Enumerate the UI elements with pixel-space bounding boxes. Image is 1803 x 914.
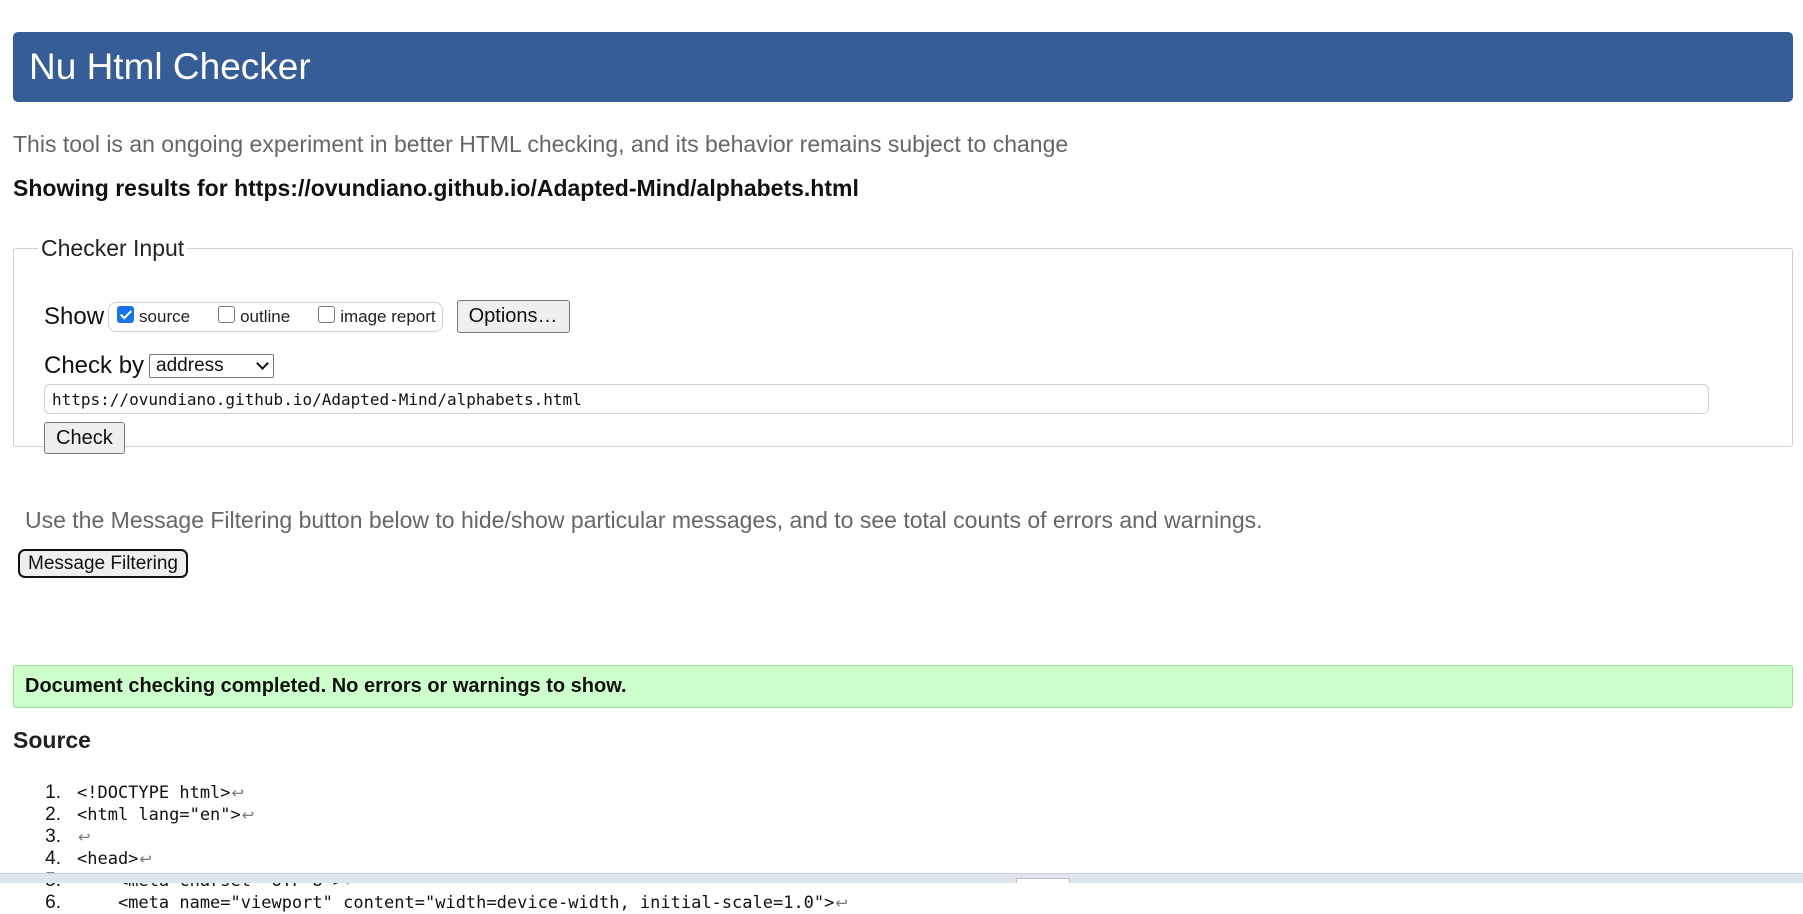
url-input[interactable]: https://ovundiano.github.io/Adapted-Mind…	[44, 384, 1709, 414]
line-code: <meta name="viewport" content="width=dev…	[77, 893, 835, 913]
outline-checkbox[interactable]	[218, 306, 236, 323]
source-line: 4. <head> ↩	[13, 848, 848, 870]
header-bar: Nu Html Checker	[13, 32, 1793, 102]
line-break-icon: ↩	[835, 894, 848, 912]
line-break-icon: ↩	[78, 828, 91, 846]
filter-instructions: Use the Message Filtering button below t…	[25, 507, 1263, 533]
source-line: 6. <meta name="viewport" content="width=…	[13, 892, 848, 914]
line-code: <!DOCTYPE html>	[77, 783, 231, 803]
line-break-icon: ↩	[241, 806, 255, 824]
source-option-label: source	[139, 306, 191, 326]
check-button[interactable]: Check	[44, 422, 125, 454]
tool-description: This tool is an ongoing experiment in be…	[13, 131, 1069, 157]
source-checkbox[interactable]	[117, 306, 135, 323]
show-image-report-option[interactable]: image report	[318, 306, 436, 327]
line-number: 6.	[45, 892, 61, 913]
source-heading: Source	[13, 727, 91, 753]
line-code: <head>	[77, 849, 139, 869]
message-filtering-button[interactable]: Message Filtering	[18, 549, 188, 578]
line-number: 1.	[45, 782, 61, 803]
results-heading: Showing results for https://ovundiano.gi…	[13, 175, 859, 201]
check-by-value: address	[156, 355, 224, 376]
show-options-group: source outline image report	[108, 301, 443, 332]
scrollbar-thumb[interactable]	[1016, 878, 1070, 883]
horizontal-scrollbar[interactable]	[0, 873, 1803, 883]
status-message: Document checking completed. No errors o…	[13, 665, 1793, 708]
source-line: 2. <html lang="en"> ↩	[13, 804, 848, 826]
source-listing: 1. <!DOCTYPE html> ↩ 2. <html lang="en"> ↩ 3. ↩…	[13, 782, 848, 914]
line-number: 2.	[45, 804, 61, 825]
image-report-option-label: image report	[340, 306, 436, 326]
checker-input-legend: Checker Input	[41, 235, 185, 261]
line-break-icon: ↩	[139, 850, 152, 868]
check-by-select[interactable]: address	[149, 354, 275, 378]
line-number: 3.	[45, 826, 61, 847]
checker-input-panel: Checker Input Show source outline image …	[13, 235, 1793, 454]
outline-option-label: outline	[240, 306, 291, 326]
show-source-option[interactable]: source	[117, 306, 191, 327]
check-by-label: Check by	[44, 352, 145, 379]
check-by-row: Check by address	[44, 352, 275, 380]
source-line: 3. ↩	[13, 826, 848, 848]
chevron-down-icon	[256, 357, 269, 370]
show-row: Show source outline image report Options…	[44, 300, 570, 333]
page: Nu Html Checker This tool is an ongoing …	[13, 32, 1793, 913]
options-button[interactable]: Options…	[456, 300, 570, 333]
line-code: <html lang="en">	[77, 805, 241, 825]
show-outline-option[interactable]: outline	[218, 306, 291, 327]
show-label: Show	[44, 302, 105, 330]
source-line: 1. <!DOCTYPE html> ↩	[13, 782, 848, 804]
line-break-icon: ↩	[231, 784, 245, 802]
page-title: Nu Html Checker	[29, 46, 311, 87]
line-number: 4.	[45, 848, 61, 869]
image-report-checkbox[interactable]	[318, 306, 336, 323]
